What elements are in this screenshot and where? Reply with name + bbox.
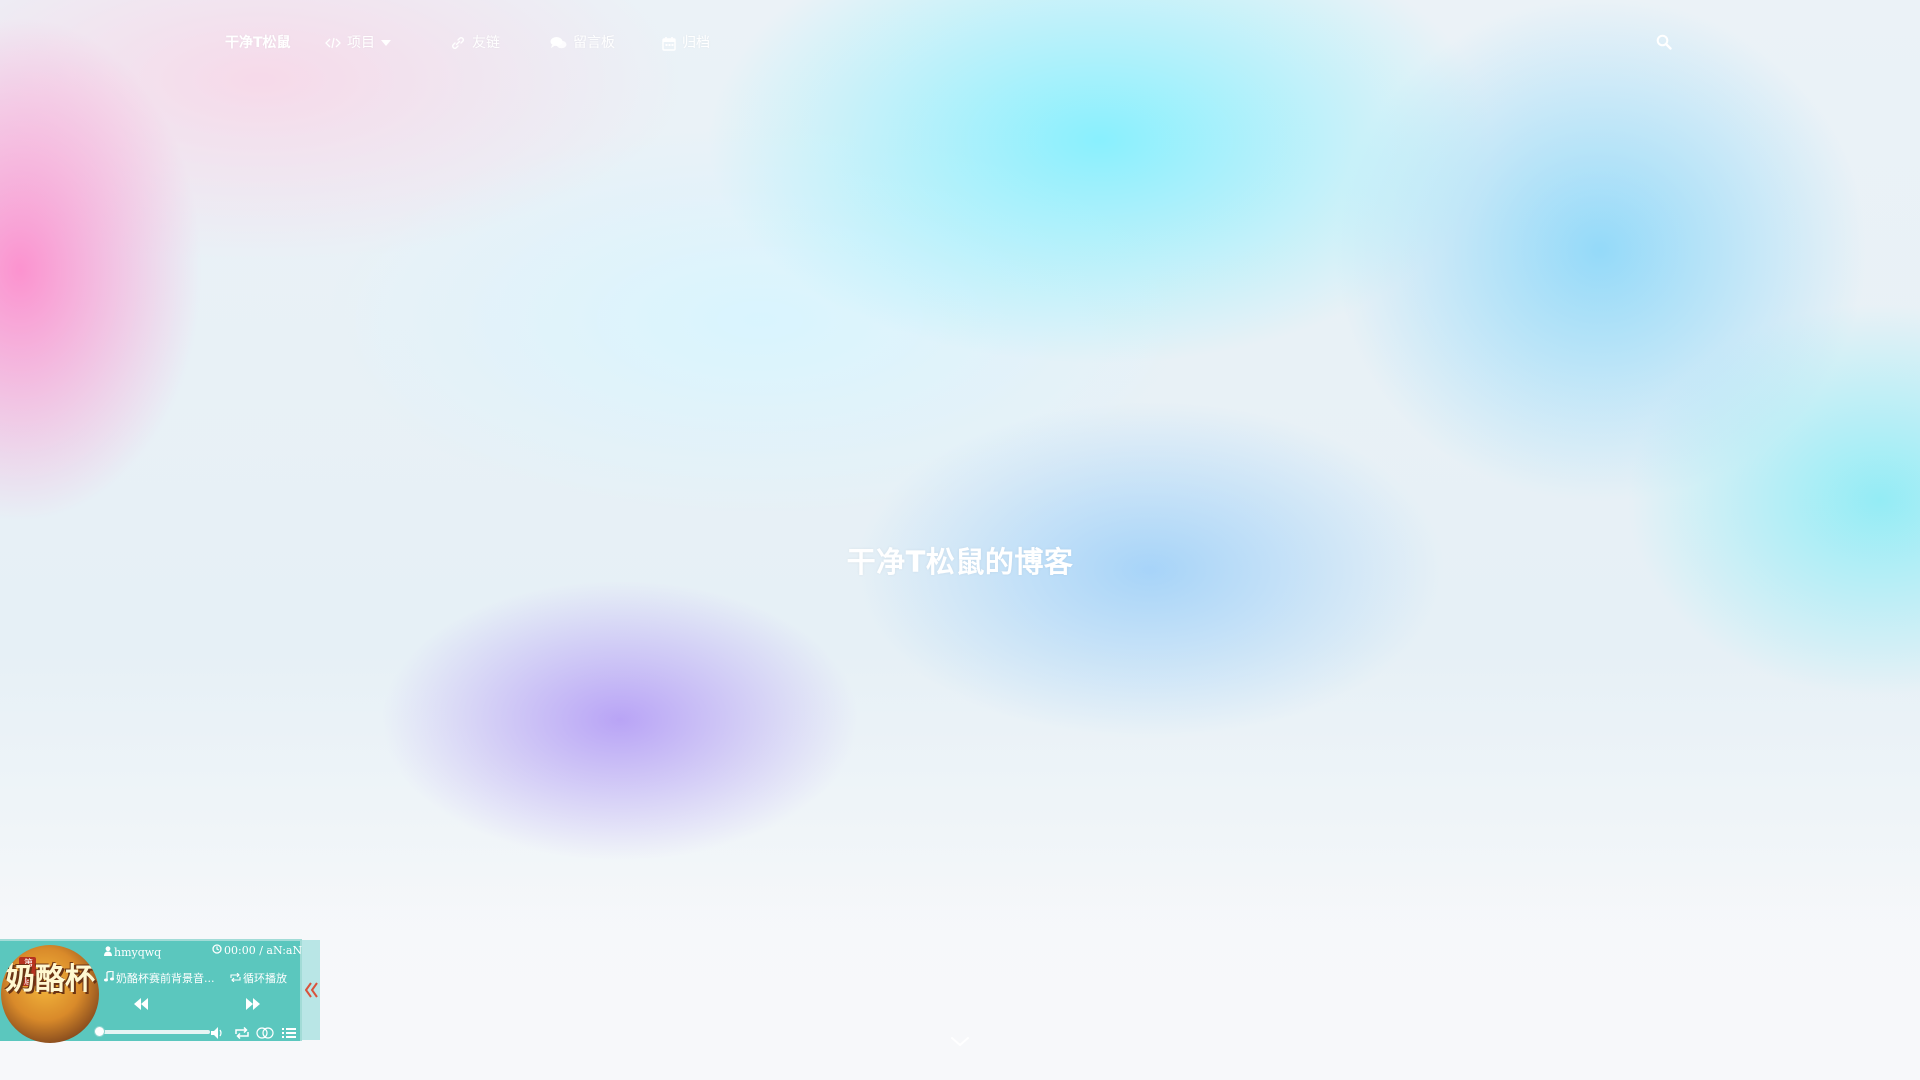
code-icon <box>325 37 341 49</box>
loop-icon <box>234 1024 250 1043</box>
lyric-toggle-button[interactable] <box>256 1024 274 1043</box>
song-info: 奶酪杯赛前背景音... <box>104 970 215 986</box>
repeat-icon <box>230 972 241 985</box>
time-readout: 00:00 / aN:aN <box>224 944 303 957</box>
previous-track-button[interactable] <box>134 995 148 1014</box>
chevron-down-icon <box>948 1037 972 1058</box>
calendar-icon <box>662 36 676 51</box>
user-icon <box>104 946 112 959</box>
playlist-button[interactable] <box>282 1024 296 1043</box>
play-mode-label: 循环播放 <box>243 972 287 985</box>
comments-icon <box>550 36 567 50</box>
backward-icon <box>134 995 148 1014</box>
nav-item-archive[interactable]: 归档 <box>662 32 710 54</box>
nav-item-projects[interactable]: 项目 <box>325 32 391 54</box>
player-toggle-button[interactable] <box>302 940 320 1040</box>
double-chevron-left-icon <box>304 982 318 1002</box>
nav-item-guestbook[interactable]: 留言板 <box>550 32 615 54</box>
site-brand-label: 干净T松鼠 <box>225 35 291 51</box>
album-cover[interactable]: 第五届 奶酪杯 <box>1 945 99 1043</box>
loop-button[interactable] <box>234 1024 250 1043</box>
search-icon <box>1656 34 1672 50</box>
music-note-icon <box>104 971 114 985</box>
next-track-button[interactable] <box>246 995 260 1014</box>
list-icon <box>282 1024 296 1043</box>
volume-button[interactable] <box>211 1024 225 1043</box>
nav-item-label: 归档 <box>682 35 710 51</box>
song-title: 奶酪杯赛前背景音... <box>116 972 215 985</box>
forward-icon <box>246 995 260 1014</box>
nav-item-label: 友链 <box>472 35 500 51</box>
progress-bar[interactable] <box>94 1026 210 1037</box>
caret-down-icon <box>381 40 391 46</box>
scroll-down-button[interactable] <box>948 1030 972 1054</box>
volume-icon <box>211 1024 225 1043</box>
top-navigation: 干净T松鼠 项目 友链 留言板 归档 <box>0 0 1920 86</box>
progress-knob[interactable] <box>94 1026 105 1037</box>
clock-icon <box>212 944 222 957</box>
nav-item-links[interactable]: 友链 <box>450 32 500 54</box>
nav-item-label: 留言板 <box>573 35 615 51</box>
lyric-toggle-icon <box>256 1024 274 1043</box>
nav-item-label: 项目 <box>347 35 375 51</box>
site-brand-link[interactable]: 干净T松鼠 <box>225 32 291 54</box>
site-title: 干净T松鼠的博客 <box>846 545 1074 580</box>
search-button[interactable] <box>1656 31 1672 53</box>
play-mode-button[interactable]: 循环播放 <box>230 970 287 986</box>
music-player: 第五届 奶酪杯 hmyqwq 00:00 / aN:aN 奶酪杯赛前背景音...… <box>0 939 302 1043</box>
artist-info: hmyqwq <box>104 946 161 959</box>
cover-title-label: 奶酪杯 <box>5 962 95 997</box>
artist-name: hmyqwq <box>114 946 162 959</box>
link-icon <box>450 35 466 51</box>
time-info: 00:00 / aN:aN <box>212 944 302 957</box>
